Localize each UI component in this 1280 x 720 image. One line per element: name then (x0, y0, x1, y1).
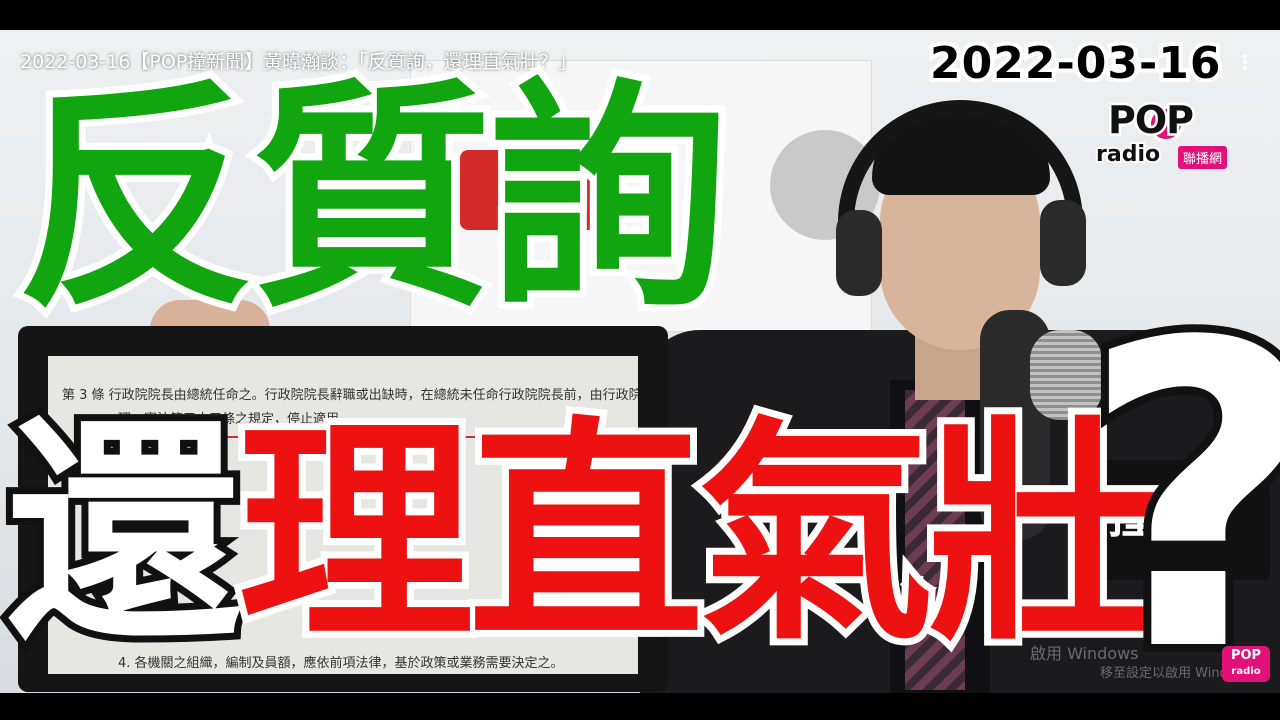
logo-network-badge: 聯播網 (1178, 146, 1228, 169)
more-options-icon[interactable] (1240, 52, 1250, 76)
headphone-cup-left (836, 210, 882, 296)
letterbox-bottom (0, 693, 1280, 720)
date-stamp: 2022-03-16 (926, 34, 1224, 93)
logo-pop-text: POP (1105, 96, 1196, 145)
pop-mini-bottom: radio (1231, 666, 1261, 677)
pop-radio-logo: POP radio 聯播網 (1094, 96, 1244, 178)
video-frame: 撞新 第 3 條 行政院院長由總統任命之。行政院院長辭職或出缺時，在總統未任命行… (0, 0, 1280, 720)
headline-line-2-white: 還 (0, 397, 249, 672)
logo-radio-text: radio (1094, 140, 1162, 169)
pop-radio-mini-logo: POP radio (1222, 646, 1270, 682)
pop-mini-top: POP (1230, 648, 1262, 663)
headline-line-2-red: 理直氣壯 (231, 397, 1171, 672)
windows-activation-watermark: 啟用 Windows (1030, 644, 1139, 663)
letterbox-top (0, 0, 1280, 30)
headline-line-1: 反質詢 (9, 57, 735, 341)
